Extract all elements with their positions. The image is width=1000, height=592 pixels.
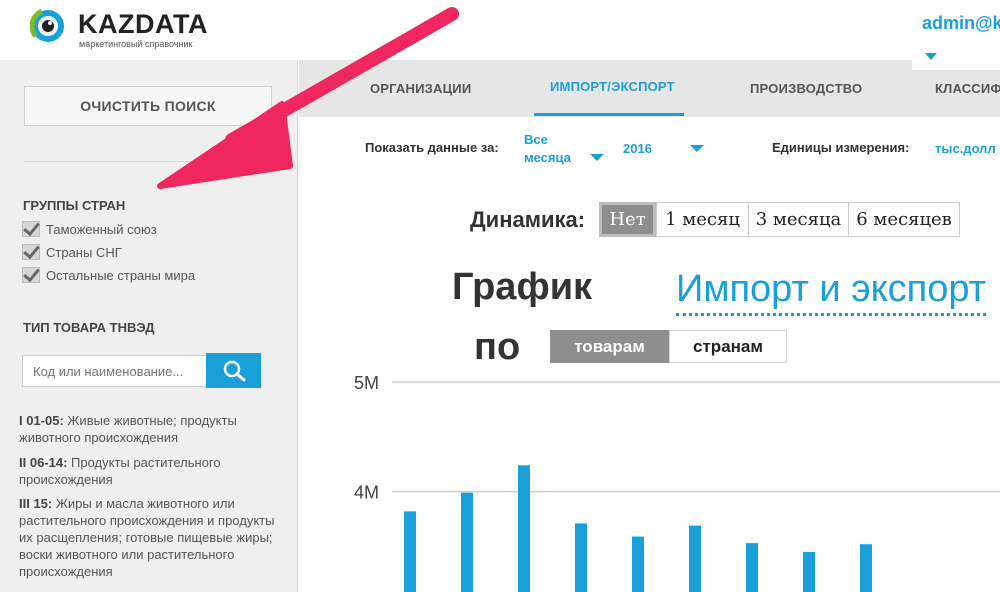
dynamics-label: Динамика: [470,207,586,232]
checkbox-checked-icon[interactable] [22,221,40,237]
period-label: Показать данные за: [365,140,499,155]
period-select-line2[interactable]: месяца [524,149,571,167]
tab-production[interactable]: ПРОИЗВОДСТВО [750,60,862,117]
sidebar: ОЧИСТИТЬ ПОИСК ГРУППЫ СТРАН Таможенный с… [0,60,298,592]
period-select-line1[interactable]: Все [524,131,548,149]
chart-heading-word: График [452,266,593,308]
import-bar[interactable] [404,511,416,592]
tab-organizations[interactable]: ОРГАНИЗАЦИИ [370,60,471,117]
chart-svg: 5M4M3M [354,373,1000,592]
country-group-rest-of-world[interactable]: Остальные страны мира [22,266,195,284]
category-item[interactable]: I 01-05: Живые животные; продукты животн… [19,412,281,446]
import-bar[interactable] [632,536,644,592]
checkbox-label: Остальные страны мира [46,267,196,283]
sidebar-divider [24,161,272,162]
import-bar[interactable] [518,465,530,592]
import-bar[interactable] [461,492,473,592]
chevron-down-icon[interactable] [590,154,604,161]
product-type-title: ТИП ТОВАРА ТНВЭД [23,320,155,335]
year-select[interactable]: 2016 [623,140,652,158]
checkbox-checked-icon[interactable] [22,267,40,283]
import-bar[interactable] [803,551,815,592]
header: KAZDATA маркетинговый справочник admin@k [0,0,1000,60]
clear-search-button[interactable]: ОЧИСТИТЬ ПОИСК [24,86,272,126]
import-bar[interactable] [575,523,587,592]
user-menu[interactable]: admin@k [922,13,1000,34]
user-menu-notch [912,60,1000,70]
category-text: Жиры и масла животного или растительного… [19,496,275,579]
kazdata-logo-icon [30,8,66,44]
country-group-cis[interactable]: Страны СНГ [22,243,122,261]
y-tick-label: 5M [354,373,379,393]
category-item[interactable]: II 06-14: Продукты растительного происхо… [19,454,281,488]
tab-import-export[interactable]: ИМПОРТ/ЭКСПОРТ [550,58,675,115]
country-groups-title: ГРУППЫ СТРАН [23,198,126,213]
category-code: III 15: [19,496,53,511]
dynamics-option-1-month[interactable]: 1 месяц [656,202,749,237]
import-bar[interactable] [860,544,872,592]
chevron-down-icon[interactable] [690,145,704,152]
category-code: II 06-14: [19,455,68,470]
product-search-input[interactable] [22,355,208,387]
dynamics-option-3-months[interactable]: 3 месяца [748,202,849,237]
import-bar[interactable] [689,525,701,592]
checkbox-label: Страны СНГ [46,244,122,260]
units-label: Единицы измерения: [772,140,910,155]
category-code: I 01-05: [19,413,64,428]
checkbox-checked-icon[interactable] [22,244,40,260]
active-tab-indicator [534,113,684,116]
chevron-down-icon[interactable] [925,53,937,60]
dynamics-option-6-months[interactable]: 6 месяцев [848,202,960,237]
category-item[interactable]: III 15: Жиры и масла животного или расти… [19,495,281,580]
chart-type-link[interactable]: Импорт и экспорт [676,268,987,316]
app-root: { "header": { "logo_text": "KAZDATA", "l… [0,0,1000,592]
import-bar[interactable] [746,543,758,592]
units-select[interactable]: тыс.долл [935,140,996,158]
logo-text[interactable]: KAZDATA [78,9,208,40]
search-icon [223,360,246,382]
chart-heading-by: по [474,326,521,368]
dynamics-option-none[interactable]: Нет [599,202,656,237]
y-tick-label: 4M [354,483,379,503]
checkbox-label: Таможенный союз [46,221,157,237]
toggle-by-goods[interactable]: товарам [550,330,669,363]
logo-subtitle: маркетинговый справочник [79,39,193,49]
country-group-customs-union[interactable]: Таможенный союз [22,220,157,238]
import-export-chart: 5M4M3M [340,366,1000,592]
search-button[interactable] [206,353,261,388]
toggle-by-countries[interactable]: странам [669,330,787,363]
